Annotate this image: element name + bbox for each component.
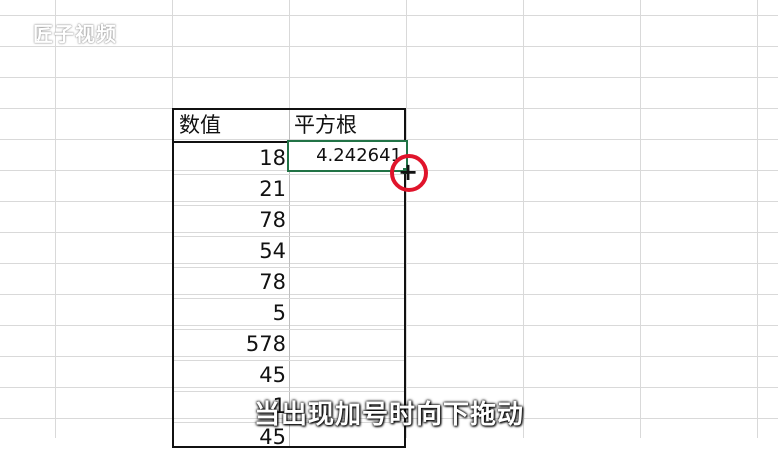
table-cell-value[interactable]: 45	[174, 360, 286, 391]
table-cell-value[interactable]: 21	[174, 174, 286, 205]
table-cell-value[interactable]: 78	[174, 267, 286, 298]
header-cell-square-root[interactable]: 平方根	[294, 110, 357, 141]
header-cell-values[interactable]: 数值	[179, 110, 221, 141]
video-subtitle: 当出现加号时向下拖动	[253, 400, 524, 430]
table-cell-value[interactable]: 5	[174, 298, 286, 329]
table-cell-value[interactable]: 54	[174, 236, 286, 267]
crosshair-cursor-icon: +	[397, 158, 419, 186]
watermark-logo: 匠子视频	[33, 22, 117, 46]
table-cell-value[interactable]: 18	[174, 143, 286, 174]
table-cell-value[interactable]: 578	[174, 329, 286, 360]
table-cell-value[interactable]: 78	[174, 205, 286, 236]
